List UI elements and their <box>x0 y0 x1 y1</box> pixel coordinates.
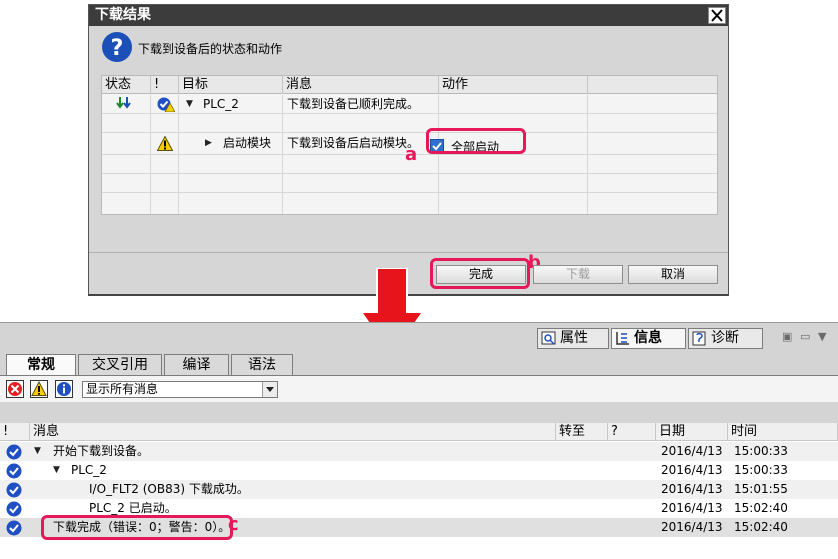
message-time: 15:02:40 <box>734 520 788 534</box>
col-status: 状态 <box>102 76 151 94</box>
col-message: 消息 <box>283 76 439 94</box>
highlight-b <box>430 258 530 289</box>
table-row[interactable]: ▼ 开始下载到设备。 2016/4/13 15:00:33 <box>0 442 838 461</box>
message-text: I/O_FLT2 (OB83) 下载成功。 <box>89 482 249 496</box>
tab-info-label: 信息 <box>634 330 662 346</box>
message-date: 2016/4/13 <box>661 501 723 515</box>
status-check-warning-icon <box>157 97 176 115</box>
subtab-compile[interactable]: 编译 <box>164 354 229 375</box>
minimize-window-icon[interactable]: ▭ <box>800 330 810 343</box>
chevron-right-icon[interactable]: ▶ <box>205 134 212 153</box>
message-time: 15:02:40 <box>734 501 788 515</box>
warning-icon[interactable] <box>30 380 48 398</box>
highlight-c <box>41 515 233 540</box>
marker-c: c <box>228 514 239 535</box>
dialog-separator <box>89 252 728 253</box>
subtab-cross-reference[interactable]: 交叉引用 <box>78 354 162 375</box>
table-row[interactable]: I/O_FLT2 (OB83) 下载成功。 2016/4/13 15:01:55 <box>0 480 838 499</box>
error-icon[interactable] <box>6 380 24 398</box>
grid-row <box>102 114 717 133</box>
message-filter-select[interactable]: 显示所有消息 <box>82 381 278 398</box>
message-date: 2016/4/13 <box>661 463 723 477</box>
diagnostics-icon <box>692 331 708 346</box>
download-button[interactable]: 下载 <box>533 265 623 284</box>
tab-properties[interactable]: 属性 <box>537 328 609 349</box>
target-module: 启动模块 <box>223 136 272 150</box>
tab-diagnostics[interactable]: 诊断 <box>688 328 763 349</box>
message-text: 下载到设备后启动模块。 <box>287 136 420 150</box>
check-circle-icon <box>6 444 22 460</box>
message-text: 开始下载到设备。 <box>53 444 150 458</box>
restore-window-icon[interactable]: ▣ <box>782 330 792 343</box>
chevron-down-icon[interactable]: ▼ <box>818 330 826 343</box>
message-table: ! 消息 转至 ? 日期 时间 ▼ 开始下载到设备。 2016/4/13 15:… <box>0 423 838 559</box>
cancel-button[interactable]: 取消 <box>628 265 718 284</box>
message-date: 2016/4/13 <box>661 444 723 458</box>
message-time: 15:01:55 <box>734 482 788 496</box>
chevron-down-icon[interactable]: ▼ <box>53 461 60 480</box>
message-text: PLC_2 <box>71 463 107 477</box>
check-circle-icon <box>6 463 22 479</box>
message-filter-value: 显示所有消息 <box>86 382 159 396</box>
target-plc: PLC_2 <box>203 97 239 111</box>
col-target: 目标 <box>179 76 283 94</box>
download-arrows-icon <box>116 97 132 115</box>
filter-toolbar: 显示所有消息 <box>0 375 838 402</box>
col-action: 动作 <box>439 76 588 94</box>
subtab-syntax[interactable]: 语法 <box>231 354 293 375</box>
close-icon[interactable] <box>708 7 726 24</box>
properties-icon <box>541 331 557 346</box>
inspector-window: 属性 信息 诊断 ▣ ▭ ▼ 常规 交叉引用 编译 语法 显示所有消息 ! 消息… <box>0 322 838 559</box>
grid-row <box>102 193 717 214</box>
message-date: 2016/4/13 <box>661 520 723 534</box>
dropdown-arrow-icon[interactable] <box>262 382 277 397</box>
highlight-a <box>426 128 526 154</box>
tab-diagnostics-label: 诊断 <box>711 330 739 346</box>
tab-info[interactable]: 信息 <box>611 328 686 349</box>
grid-row: ▼ PLC_2 下载到设备已顺利完成。 <box>102 95 717 114</box>
col-date: 日期 <box>656 423 728 441</box>
message-time: 15:00:33 <box>734 463 788 477</box>
col-time: 时间 <box>728 423 838 441</box>
download-result-dialog: 下载结果 ? 下载到设备后的状态和动作 状态 ! 目标 消息 动作 ▼ PLC_… <box>88 4 729 296</box>
table-row[interactable]: ▼ PLC_2 2016/4/13 15:00:33 <box>0 461 838 480</box>
message-text: 下载到设备已顺利完成。 <box>287 97 420 111</box>
col-message: 消息 <box>30 423 556 441</box>
col-goto: 转至 <box>556 423 608 441</box>
tab-properties-label: 属性 <box>560 330 588 346</box>
grid-header: 状态 ! 目标 消息 动作 <box>102 76 717 94</box>
check-circle-icon <box>6 501 22 517</box>
message-date: 2016/4/13 <box>661 482 723 496</box>
dialog-prompt: 下载到设备后的状态和动作 <box>138 42 283 56</box>
chevron-down-icon[interactable]: ▼ <box>34 442 41 461</box>
grid-row <box>102 174 717 193</box>
warning-icon <box>156 135 174 154</box>
subtab-general[interactable]: 常规 <box>6 354 76 376</box>
svg-text:?: ? <box>111 36 124 61</box>
marker-a: a <box>405 144 418 165</box>
check-circle-icon <box>6 482 22 498</box>
message-time: 15:00:33 <box>734 444 788 458</box>
chevron-down-icon[interactable]: ▼ <box>186 95 193 114</box>
col-bang: ! <box>151 76 179 94</box>
question-icon: ? <box>101 31 133 63</box>
dialog-title: 下载结果 <box>89 5 728 26</box>
info-icon[interactable] <box>55 380 73 398</box>
col-bang: ! <box>0 423 30 441</box>
check-circle-icon <box>6 520 22 536</box>
col-question: ? <box>608 423 656 441</box>
info-tab-icon <box>615 331 631 346</box>
